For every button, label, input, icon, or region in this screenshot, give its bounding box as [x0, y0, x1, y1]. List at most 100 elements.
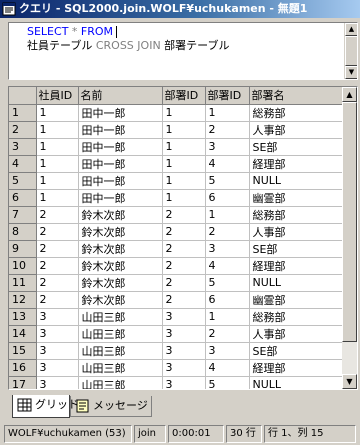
cell-dept-id-2[interactable]: 3 [205, 138, 250, 156]
row-number[interactable]: 15 [9, 342, 37, 360]
cell-dept-id[interactable]: 1 [162, 121, 206, 139]
cell-dept-id-2[interactable]: 4 [205, 155, 250, 173]
grid-scroll-thumb[interactable] [342, 102, 357, 342]
cell-name[interactable]: 鈴木次郎 [78, 257, 163, 275]
cell-name[interactable]: 田中一郎 [78, 172, 163, 190]
cell-dept-id[interactable]: 1 [162, 138, 206, 156]
cell-dept-id-2[interactable]: 2 [205, 223, 250, 241]
editor-scrollbar[interactable]: ▲ ▼ [344, 23, 357, 79]
cell-dept-name[interactable]: 幽霊部 [249, 189, 344, 207]
row-number[interactable]: 8 [9, 223, 37, 241]
column-header[interactable]: 名前 [78, 87, 163, 105]
cell-employee-id[interactable]: 2 [36, 257, 79, 275]
scroll-up-icon[interactable]: ▲ [342, 87, 357, 102]
cell-employee-id[interactable]: 2 [36, 291, 79, 309]
cell-dept-id[interactable]: 3 [162, 325, 206, 343]
cell-name[interactable]: 山田三郎 [78, 376, 163, 389]
cell-employee-id[interactable]: 2 [36, 274, 79, 292]
cell-name[interactable]: 鈴木次郎 [78, 274, 163, 292]
cell-dept-name[interactable]: 総務部 [249, 308, 344, 326]
cell-name[interactable]: 田中一郎 [78, 104, 163, 122]
cell-dept-id[interactable]: 1 [162, 155, 206, 173]
tab-messages[interactable]: メッセージ [70, 396, 152, 417]
cell-dept-id-2[interactable]: 6 [205, 291, 250, 309]
sql-editor[interactable]: SELECT * FROM 社員テーブル CROSS JOIN 部署テーブル ▲… [8, 22, 358, 80]
cell-dept-name[interactable]: 人事部 [249, 325, 344, 343]
cell-dept-id[interactable]: 3 [162, 376, 206, 389]
cell-dept-name[interactable]: NULL [249, 172, 344, 190]
cell-employee-id[interactable]: 3 [36, 342, 79, 360]
cell-dept-name[interactable]: SE部 [249, 138, 344, 156]
cell-dept-name[interactable]: 幽霊部 [249, 291, 344, 309]
row-number[interactable]: 2 [9, 121, 37, 139]
cell-dept-name[interactable]: 経理部 [249, 359, 344, 377]
cell-dept-name[interactable]: 経理部 [249, 257, 344, 275]
row-number[interactable]: 3 [9, 138, 37, 156]
table-row[interactable]: 7 2 鈴木次郎 2 1 総務部 [9, 206, 344, 224]
cell-dept-id-2[interactable]: 3 [205, 240, 250, 258]
cell-dept-name[interactable]: NULL [249, 274, 344, 292]
row-number[interactable]: 1 [9, 104, 37, 122]
cell-name[interactable]: 山田三郎 [78, 359, 163, 377]
cell-dept-id-2[interactable]: 5 [205, 376, 250, 389]
cell-dept-id-2[interactable]: 5 [205, 274, 250, 292]
table-row[interactable]: 4 1 田中一郎 1 4 経理部 [9, 155, 344, 173]
cell-dept-id[interactable]: 2 [162, 274, 206, 292]
table-row[interactable]: 12 2 鈴木次郎 2 6 幽霊部 [9, 291, 344, 309]
column-header[interactable]: 部署ID [162, 87, 206, 105]
table-row[interactable]: 8 2 鈴木次郎 2 2 人事部 [9, 223, 344, 241]
row-number-header[interactable] [9, 87, 37, 105]
cell-dept-id[interactable]: 3 [162, 359, 206, 377]
table-row[interactable]: 3 1 田中一郎 1 3 SE部 [9, 138, 344, 156]
cell-dept-id[interactable]: 1 [162, 104, 206, 122]
cell-dept-name[interactable]: 総務部 [249, 206, 344, 224]
cell-dept-id[interactable]: 3 [162, 342, 206, 360]
tab-grid[interactable]: グリッド [12, 395, 79, 418]
row-number[interactable]: 16 [9, 359, 37, 377]
cell-dept-id[interactable]: 1 [162, 172, 206, 190]
cell-employee-id[interactable]: 1 [36, 155, 79, 173]
cell-name[interactable]: 鈴木次郎 [78, 223, 163, 241]
cell-dept-name[interactable]: SE部 [249, 240, 344, 258]
cell-dept-id-2[interactable]: 1 [205, 308, 250, 326]
cell-dept-id-2[interactable]: 2 [205, 121, 250, 139]
column-header[interactable]: 部署ID [205, 87, 250, 105]
row-number[interactable]: 14 [9, 325, 37, 343]
cell-name[interactable]: 田中一郎 [78, 155, 163, 173]
cell-name[interactable]: 田中一郎 [78, 189, 163, 207]
cell-dept-id-2[interactable]: 5 [205, 172, 250, 190]
cell-dept-id[interactable]: 2 [162, 291, 206, 309]
row-number[interactable]: 5 [9, 172, 37, 190]
table-row[interactable]: 16 3 山田三郎 3 4 経理部 [9, 359, 344, 377]
cell-name[interactable]: 鈴木次郎 [78, 291, 163, 309]
cell-dept-id[interactable]: 2 [162, 257, 206, 275]
table-row[interactable]: 15 3 山田三郎 3 3 SE部 [9, 342, 344, 360]
cell-name[interactable]: 山田三郎 [78, 308, 163, 326]
editor-scroll-thumb[interactable] [345, 36, 357, 66]
row-number[interactable]: 6 [9, 189, 37, 207]
cell-dept-name[interactable]: 経理部 [249, 155, 344, 173]
cell-dept-id-2[interactable]: 1 [205, 104, 250, 122]
column-header[interactable]: 部署名 [249, 87, 344, 105]
cell-employee-id[interactable]: 1 [36, 138, 79, 156]
cell-name[interactable]: 山田三郎 [78, 325, 163, 343]
table-row[interactable]: 6 1 田中一郎 1 6 幽霊部 [9, 189, 344, 207]
row-number[interactable]: 12 [9, 291, 37, 309]
cell-dept-name[interactable]: 人事部 [249, 223, 344, 241]
cell-dept-id[interactable]: 2 [162, 206, 206, 224]
row-number[interactable]: 7 [9, 206, 37, 224]
cell-name[interactable]: 田中一郎 [78, 138, 163, 156]
cell-dept-name[interactable]: 人事部 [249, 121, 344, 139]
cell-dept-name[interactable]: SE部 [249, 342, 344, 360]
cell-employee-id[interactable]: 1 [36, 121, 79, 139]
cell-dept-id-2[interactable]: 6 [205, 189, 250, 207]
cell-dept-id[interactable]: 1 [162, 189, 206, 207]
title-bar[interactable]: クエリ - SQL2000.join.WOLF¥uchukamen - 無題1 [0, 0, 360, 18]
cell-dept-id-2[interactable]: 1 [205, 206, 250, 224]
cell-dept-id-2[interactable]: 3 [205, 342, 250, 360]
cell-name[interactable]: 鈴木次郎 [78, 240, 163, 258]
scroll-down-icon[interactable]: ▼ [345, 66, 357, 79]
row-number[interactable]: 10 [9, 257, 37, 275]
cell-employee-id[interactable]: 1 [36, 172, 79, 190]
table-row[interactable]: 5 1 田中一郎 1 5 NULL [9, 172, 344, 190]
